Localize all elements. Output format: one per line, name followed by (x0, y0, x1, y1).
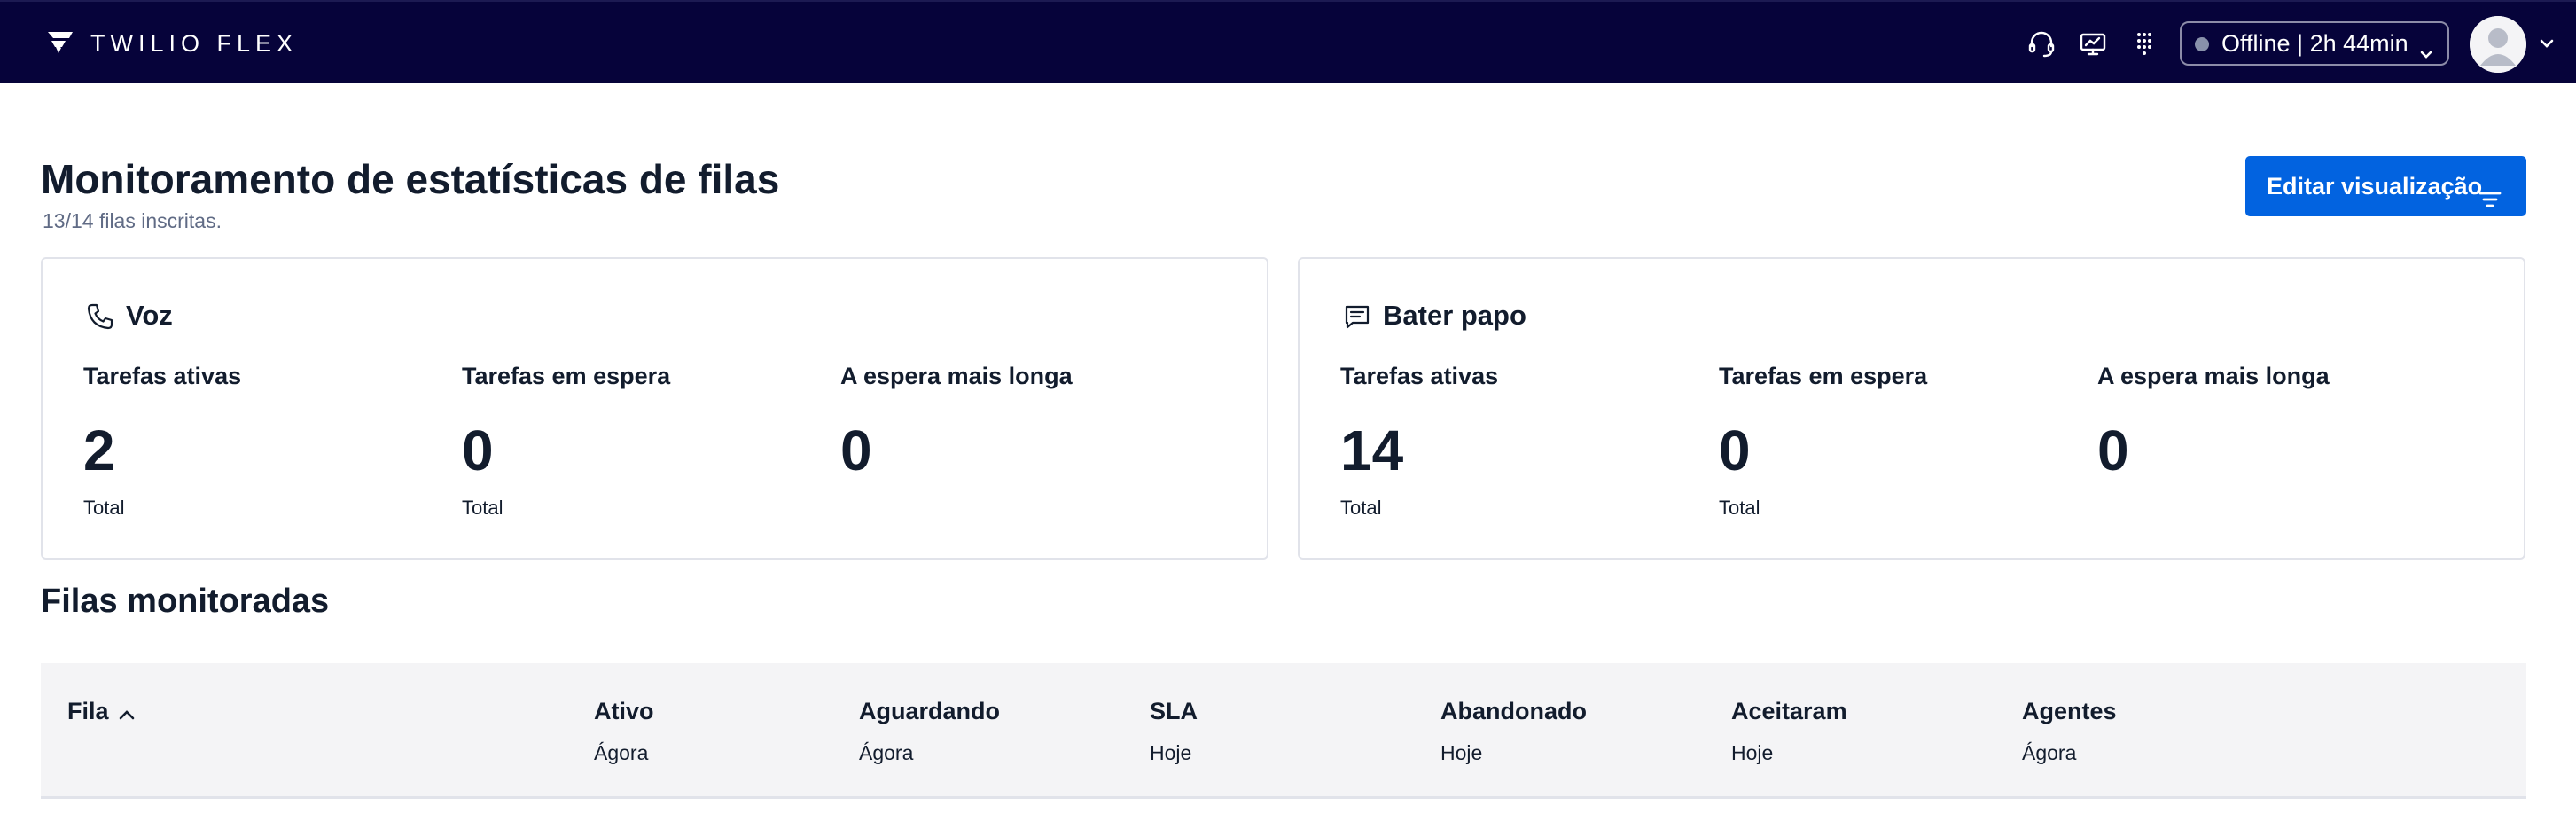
metric-value: 0 (840, 419, 872, 482)
column-label: Aceitaram (1731, 698, 1847, 724)
user-menu-chevron-down-icon[interactable] (2537, 34, 2556, 53)
metric-sub-label: Total (1340, 497, 1382, 519)
metric-label: A espera mais longa (2097, 363, 2330, 389)
metric-value: 0 (2097, 419, 2129, 482)
metric-label: Tarefas em espera (1719, 363, 1928, 389)
monitored-queues-title: Filas monitoradas (41, 583, 330, 620)
column-label: Agentes (2022, 698, 2117, 724)
column-label: Fila (67, 698, 109, 724)
column-sub-label: Ágora (594, 741, 649, 764)
active-tasks-metric: Tarefas ativas 2 Total (83, 360, 456, 519)
longest-wait-metric: A espera mais longa 0 (840, 360, 1213, 482)
activity-status-dropdown[interactable]: Offline | 2h 44min (2180, 21, 2449, 66)
page-title: Monitoramento de estatísticas de filas (41, 156, 780, 202)
voice-channel-card: Voz Tarefas ativas 2 Total Tarefas em es… (41, 257, 1268, 560)
offline-status-dot-icon (2195, 37, 2209, 51)
column-sub-label: Hoje (1150, 741, 1192, 764)
edit-view-button[interactable]: Editar visualização (2245, 156, 2526, 216)
column-label: Abandonado (1440, 698, 1587, 724)
column-header-queue[interactable]: Fila (67, 695, 137, 727)
metric-value: 14 (1340, 419, 1404, 482)
longest-wait-metric: A espera mais longa 0 (2097, 360, 2470, 482)
twilio-flex-logo-icon (46, 28, 74, 57)
subscribed-queues-count: 13/14 filas inscritas. (43, 209, 222, 232)
waiting-tasks-metric: Tarefas em espera 0 Total (462, 360, 834, 519)
metric-sub-label: Total (1719, 497, 1760, 519)
filter-icon (2478, 174, 2502, 207)
active-tasks-metric: Tarefas ativas 14 Total (1340, 360, 1713, 519)
metric-label: Tarefas ativas (1340, 363, 1499, 389)
column-header-abandoned[interactable]: Abandonado Hoje (1440, 695, 1587, 766)
metric-value: 2 (83, 419, 115, 482)
avatar[interactable] (2470, 16, 2526, 73)
column-label: SLA (1150, 698, 1198, 724)
column-sub-label: Hoje (1731, 741, 1774, 764)
queues-table-header: Fila Ativo Ágora Aguardando Ágora SLA Ho… (41, 663, 2526, 799)
headset-icon[interactable] (2025, 27, 2058, 60)
column-header-agents[interactable]: Agentes Ágora (2022, 695, 2117, 766)
metric-label: A espera mais longa (840, 363, 1073, 389)
brand-name: TWILIO FLEX (90, 30, 299, 57)
metric-label: Tarefas em espera (462, 363, 671, 389)
chat-icon (1342, 301, 1372, 332)
column-header-waiting[interactable]: Aguardando Ágora (859, 695, 1000, 766)
column-label: Aguardando (859, 698, 1000, 724)
metric-value: 0 (462, 419, 494, 482)
column-header-sla[interactable]: SLA Hoje (1150, 695, 1198, 766)
top-navigation-bar: TWILIO FLEX Offline | 2h 44min (0, 0, 2576, 83)
dialpad-icon[interactable] (2127, 27, 2161, 60)
sort-ascending-icon[interactable] (116, 702, 137, 724)
edit-view-button-label: Editar visualização (2267, 173, 2483, 200)
metric-sub-label: Total (462, 497, 503, 519)
column-sub-label: Ágora (2022, 741, 2077, 764)
column-header-active[interactable]: Ativo Ágora (594, 695, 654, 766)
column-label: Ativo (594, 698, 654, 724)
metric-sub-label: Total (83, 497, 125, 519)
screen-icon[interactable] (2076, 27, 2110, 60)
column-sub-label: Hoje (1440, 741, 1483, 764)
metric-label: Tarefas ativas (83, 363, 242, 389)
chevron-down-icon (2417, 35, 2435, 59)
metric-value: 0 (1719, 419, 1751, 482)
card-title: Bater papo (1383, 300, 1526, 331)
card-title: Voz (126, 300, 173, 331)
chat-channel-card: Bater papo Tarefas ativas 14 Total Taref… (1298, 257, 2525, 560)
waiting-tasks-metric: Tarefas em espera 0 Total (1719, 360, 2091, 519)
status-label: Offline | 2h 44min (2221, 30, 2408, 57)
column-sub-label: Ágora (859, 741, 914, 764)
column-header-accepted[interactable]: Aceitaram Hoje (1731, 695, 1847, 766)
phone-icon (85, 301, 115, 332)
